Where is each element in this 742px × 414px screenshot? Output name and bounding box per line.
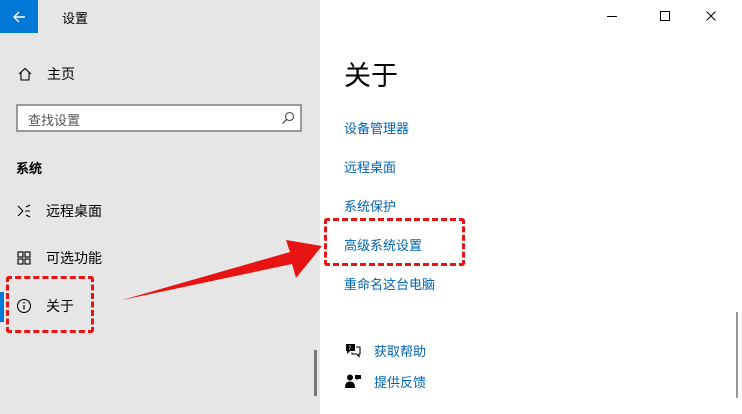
link-remote-desktop[interactable]: 远程桌面 xyxy=(344,157,396,176)
feedback-person-icon xyxy=(345,374,361,388)
page-title: 关于 xyxy=(344,61,398,92)
search-icon[interactable] xyxy=(281,111,295,125)
link-get-help[interactable]: ? 获取帮助 xyxy=(344,340,426,360)
remote-desktop-icon xyxy=(17,204,31,218)
link-give-feedback[interactable]: 提供反馈 xyxy=(344,371,426,391)
link-device-manager[interactable]: 设备管理器 xyxy=(344,118,409,137)
back-arrow-icon xyxy=(13,11,25,22)
back-button[interactable] xyxy=(0,0,38,33)
section-label: 系统 xyxy=(16,162,43,177)
sidebar-scrollbar[interactable] xyxy=(314,350,317,396)
maximize-icon xyxy=(660,11,670,21)
selection-indicator xyxy=(0,292,4,322)
search-placeholder: 查找设置 xyxy=(28,114,81,129)
sidebar-item-home[interactable]: 主页 xyxy=(17,64,75,84)
link-system-protection[interactable]: 系统保护 xyxy=(344,196,396,215)
maximize-button[interactable] xyxy=(653,5,677,27)
close-icon xyxy=(706,11,716,21)
svg-text:?: ? xyxy=(348,345,351,352)
sidebar-item-label: 主页 xyxy=(47,67,75,83)
sidebar-item-label: 可选功能 xyxy=(46,251,102,267)
optional-features-icon xyxy=(17,251,31,265)
sidebar-item-label: 远程桌面 xyxy=(46,204,102,220)
minimize-icon xyxy=(607,16,617,17)
window-title: 设置 xyxy=(62,12,89,27)
help-link-label: 提供反馈 xyxy=(374,375,427,391)
sidebar-item-optional-features[interactable]: 可选功能 xyxy=(16,247,102,269)
sidebar: 设置 主页 查找设置 系统 远程桌面 可选功能 关于 xyxy=(0,0,320,414)
help-link-label: 获取帮助 xyxy=(374,344,427,360)
help-chat-icon: ? xyxy=(346,344,361,358)
main-pane: 关于 设备管理器 远程桌面 系统保护 高级系统设置 重命名这台电脑 ? 获取帮助… xyxy=(320,0,742,414)
main-scrollbar[interactable] xyxy=(736,312,738,398)
annotation-highlight-advanced-settings xyxy=(324,218,465,266)
annotation-highlight-about xyxy=(6,276,94,333)
close-button[interactable] xyxy=(699,5,723,27)
home-icon xyxy=(18,67,32,81)
link-rename-pc[interactable]: 重命名这台电脑 xyxy=(344,274,435,293)
sidebar-item-remote-desktop[interactable]: 远程桌面 xyxy=(16,200,102,222)
minimize-button[interactable] xyxy=(600,5,624,27)
search-input[interactable]: 查找设置 xyxy=(16,104,302,132)
